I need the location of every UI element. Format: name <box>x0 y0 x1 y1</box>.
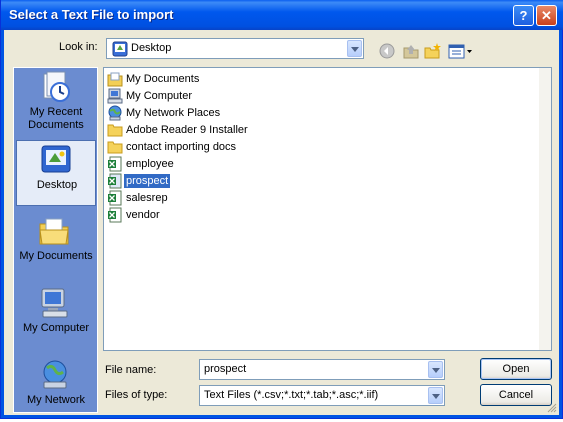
file-name: My Computer <box>126 90 193 102</box>
file-list[interactable]: My Documents My Computer My Network Plac… <box>103 67 552 351</box>
look-in-combo[interactable]: Desktop <box>106 38 364 59</box>
help-button[interactable]: ? <box>513 5 534 26</box>
open-button[interactable]: Open <box>480 358 552 380</box>
file-list-scroll-track[interactable] <box>539 68 551 350</box>
look-in-dropdown-arrow[interactable] <box>347 40 362 57</box>
file-name: salesrep <box>126 192 168 204</box>
file-name: employee <box>126 158 174 170</box>
text-file-icon <box>108 207 122 223</box>
places-bar: My Recent Documents Desktop My Documents <box>13 67 98 413</box>
desktop-icon <box>41 145 71 173</box>
cancel-button[interactable]: Cancel <box>480 384 552 406</box>
dialog-window: Select a Text File to import ? ✕ Look in… <box>0 0 563 419</box>
resize-grip-icon[interactable] <box>547 403 557 413</box>
look-in-value: Desktop <box>131 42 172 54</box>
file-name: vendor <box>126 209 160 221</box>
places-item-label: My Documents <box>19 250 93 262</box>
places-item-my-network[interactable]: My Network <box>16 356 96 422</box>
file-name: My Network Places <box>126 107 221 119</box>
file-name-dropdown-arrow[interactable] <box>428 361 443 378</box>
window-title: Select a Text File to import <box>9 7 174 22</box>
places-item-label: My Computer <box>22 322 90 334</box>
file-type-select[interactable]: Text Files (*.csv;*.txt;*.tab;*.asc;*.ii… <box>199 385 445 406</box>
network-places-icon <box>108 105 122 121</box>
look-in-label: Look in: <box>59 41 98 53</box>
dialog-body: Look in: Desktop My Recent Documents Des… <box>4 30 559 415</box>
folder-icon <box>107 141 123 154</box>
places-item-desktop[interactable]: Desktop <box>16 140 96 206</box>
file-name-label: File name: <box>105 364 157 376</box>
text-file-icon <box>108 190 122 206</box>
places-item-label: Desktop <box>36 179 78 191</box>
my-computer-icon <box>41 288 68 318</box>
title-bar[interactable]: Select a Text File to import ? ✕ <box>1 0 563 30</box>
places-item-my-computer[interactable]: My Computer <box>16 284 96 350</box>
file-type-label: Files of type: <box>105 389 168 401</box>
file-name: prospect <box>124 174 171 188</box>
my-network-icon <box>43 360 67 389</box>
file-name: Adobe Reader 9 Installer <box>126 124 248 136</box>
my-documents-icon <box>39 218 69 245</box>
places-item-label: My Network <box>26 394 86 406</box>
close-button[interactable]: ✕ <box>536 5 557 26</box>
my-computer-icon <box>107 88 123 104</box>
text-file-icon <box>108 173 122 189</box>
views-menu-icon[interactable] <box>448 42 474 60</box>
places-item-label: My Recent Documents <box>28 106 84 131</box>
recent-documents-icon <box>43 71 70 102</box>
file-name: My Documents <box>126 73 200 85</box>
text-file-icon <box>108 156 122 172</box>
places-item-my-documents[interactable]: My Documents <box>16 212 96 278</box>
folder-icon <box>107 124 123 137</box>
desktop-small-icon <box>112 41 128 57</box>
file-name-input[interactable]: prospect <box>199 359 445 380</box>
file-name-value: prospect <box>204 363 247 375</box>
places-item-recent[interactable]: My Recent Documents <box>16 68 96 134</box>
my-documents-icon <box>107 72 123 87</box>
file-type-dropdown-arrow[interactable] <box>428 387 443 404</box>
back-icon[interactable] <box>378 42 396 60</box>
up-folder-icon[interactable] <box>402 42 420 60</box>
new-folder-icon[interactable] <box>424 42 442 60</box>
file-name: contact importing docs <box>126 141 237 153</box>
file-type-value: Text Files (*.csv;*.txt;*.tab;*.asc;*.ii… <box>204 389 379 401</box>
